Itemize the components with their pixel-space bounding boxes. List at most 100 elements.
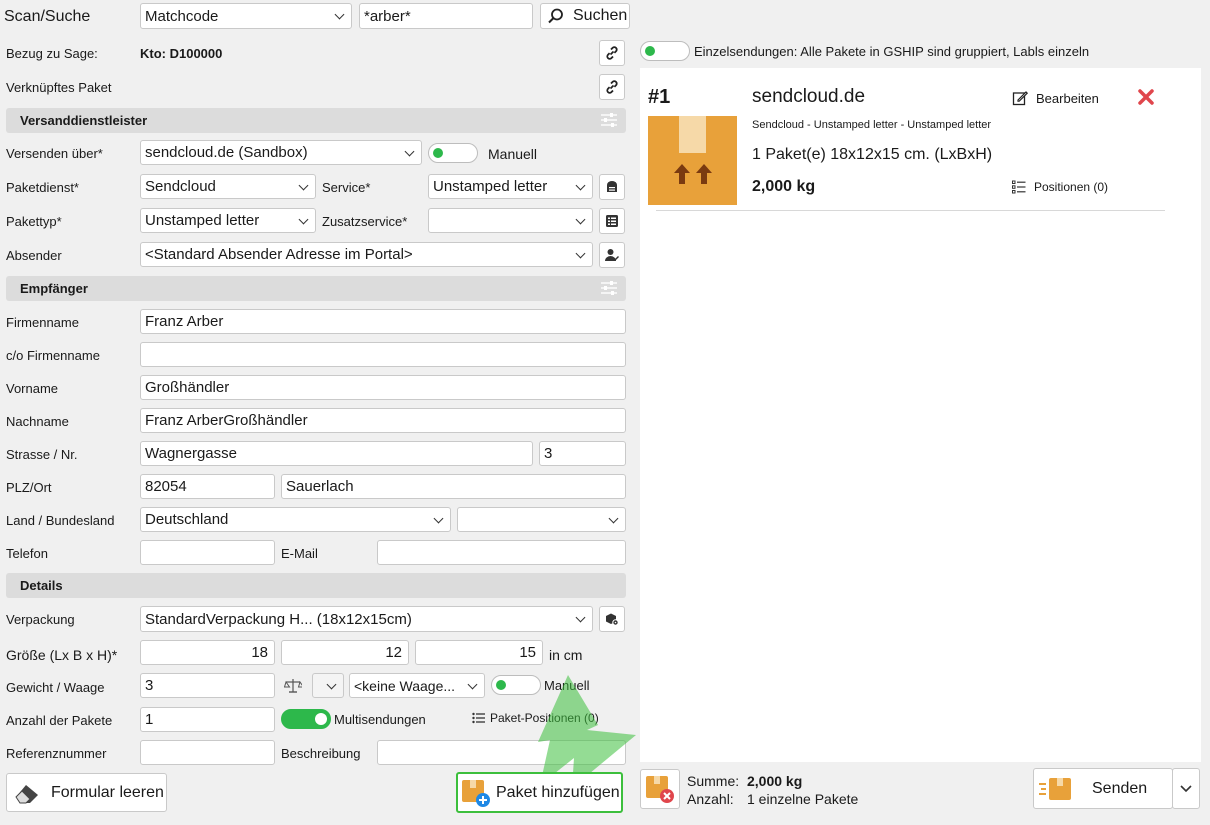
bezug-value: Kto: D100000 (140, 46, 223, 61)
scan-mode-value: Matchcode (145, 7, 219, 25)
link-package-button[interactable] (599, 74, 625, 100)
length-input[interactable]: 18 (140, 640, 275, 665)
package-count-value: 1 (145, 711, 154, 728)
package-count-input[interactable]: 1 (140, 707, 275, 732)
reference-input[interactable] (140, 740, 275, 765)
service-info-button[interactable] (599, 174, 625, 200)
link-sage-button[interactable] (599, 40, 625, 66)
send-via-select[interactable]: sendcloud.de (Sandbox) (140, 140, 422, 165)
company-value: Franz Arber (145, 313, 224, 330)
zip-value: 82054 (145, 478, 187, 495)
package-list: #1 sendcloud.de Bearbeiten Sendcloud - U… (640, 68, 1201, 762)
package-type-label: Pakettyp* (6, 214, 62, 229)
link-icon (606, 46, 618, 60)
height-input[interactable]: 15 (415, 640, 543, 665)
section-carrier-title: Versanddienstleister (20, 113, 148, 128)
sender-edit-button[interactable] (599, 242, 625, 268)
single-shipment-label: Einzelsendungen: Alle Pakete in GSHIP si… (694, 44, 1090, 59)
package-positions-button[interactable]: Positionen (0) (1012, 180, 1108, 194)
package-type-value: Unstamped letter (145, 212, 260, 229)
package-type-select[interactable]: Unstamped letter (140, 208, 316, 233)
box-gear-icon (606, 613, 619, 626)
single-shipment-toggle[interactable] (640, 41, 690, 61)
city-input[interactable]: Sauerlach (281, 474, 626, 499)
extra-service-list-button[interactable] (599, 208, 625, 234)
search-icon (548, 8, 563, 24)
scale-dropdown[interactable] (312, 673, 344, 698)
packaging-select[interactable]: StandardVerpackung H... (18x12x15cm) (140, 606, 593, 632)
add-package-button[interactable]: Paket hinzufügen (456, 772, 623, 813)
scale-value: <keine Waage... (354, 677, 456, 694)
zip-input[interactable]: 82054 (140, 474, 275, 499)
sliders-icon[interactable] (600, 112, 618, 128)
send-button[interactable]: Senden (1033, 768, 1173, 809)
co-input[interactable] (140, 342, 626, 367)
package-box-icon (648, 116, 737, 205)
service-provider-select[interactable]: Sendcloud (140, 174, 316, 199)
remove-packages-button[interactable] (640, 769, 680, 809)
service-select[interactable]: Unstamped letter (428, 174, 593, 199)
scan-query-input[interactable]: *arber* (359, 3, 533, 29)
scan-label: Scan/Suche (4, 8, 91, 25)
country-label: Land / Bundesland (6, 513, 115, 528)
size-unit-label: in cm (549, 647, 583, 663)
scale-select[interactable]: <keine Waage... (349, 673, 485, 698)
card-divider (656, 210, 1165, 211)
count-value: 1 einzelne Pakete (747, 791, 859, 807)
send-options-button[interactable] (1172, 768, 1200, 809)
delete-icon[interactable] (1138, 89, 1154, 105)
company-input[interactable]: Franz Arber (140, 309, 626, 334)
house-number-input[interactable]: 3 (539, 441, 626, 466)
house-number-value: 3 (544, 445, 553, 462)
firstname-label: Vorname (6, 381, 59, 396)
phone-label: Telefon (6, 546, 48, 561)
bezug-label: Bezug zu Sage: (6, 46, 98, 61)
multi-shipment-toggle[interactable] (281, 709, 331, 729)
section-recipient: Empfänger (6, 276, 626, 301)
country-value: Deutschland (145, 511, 229, 528)
package-dimensions: 1 Paket(e) 18x12x15 cm. (LxBxH) (752, 146, 993, 163)
edit-package-button[interactable]: Bearbeiten (1012, 90, 1099, 106)
state-select[interactable] (457, 507, 626, 532)
service-provider-value: Sendcloud (145, 178, 216, 195)
sender-value: <Standard Absender Adresse im Portal> (145, 246, 413, 263)
email-input[interactable] (377, 540, 626, 565)
description-label: Beschreibung (281, 746, 361, 761)
search-button-label: Suchen (573, 7, 628, 24)
scan-mode-select[interactable]: Matchcode (140, 3, 352, 29)
firstname-input[interactable]: Großhändler (140, 375, 626, 400)
width-value: 12 (385, 644, 402, 661)
search-button[interactable]: Suchen (540, 3, 630, 29)
edit-package-label: Bearbeiten (1036, 90, 1099, 106)
width-input[interactable]: 12 (281, 640, 409, 665)
sum-value: 2,000 kg (747, 773, 803, 789)
manual-carrier-label: Manuell (488, 146, 538, 162)
lastname-input[interactable]: Franz ArberGroßhändler (140, 408, 626, 433)
clear-form-label: Formular leeren (51, 783, 164, 801)
extra-service-label: Zusatzservice* (322, 214, 408, 229)
sliders-icon[interactable] (600, 280, 618, 296)
manual-carrier-toggle[interactable] (428, 143, 478, 163)
phone-input[interactable] (140, 540, 275, 565)
send-label: Senden (1092, 779, 1148, 797)
street-input[interactable]: Wagnergasse (140, 441, 533, 466)
eraser-icon (15, 784, 38, 803)
extra-service-select[interactable] (428, 208, 593, 233)
clear-form-button[interactable]: Formular leeren (6, 773, 167, 812)
length-value: 18 (251, 644, 268, 661)
section-carrier: Versanddienstleister (6, 108, 626, 133)
send-via-label: Versenden über* (6, 146, 103, 161)
height-value: 15 (519, 644, 536, 661)
weight-input[interactable]: 3 (140, 673, 275, 698)
weight-value: 3 (145, 677, 154, 694)
sender-label: Absender (6, 248, 62, 263)
packaging-settings-button[interactable] (599, 606, 625, 632)
edit-icon (1012, 91, 1028, 106)
country-select[interactable]: Deutschland (140, 507, 451, 532)
section-details: Details (6, 573, 626, 598)
sender-select[interactable]: <Standard Absender Adresse im Portal> (140, 242, 593, 267)
size-label: Größe (Lx B x H)* (6, 647, 118, 663)
chevron-down-icon (1180, 784, 1192, 792)
scale-icon[interactable] (284, 678, 302, 694)
box-add-icon (462, 779, 490, 807)
